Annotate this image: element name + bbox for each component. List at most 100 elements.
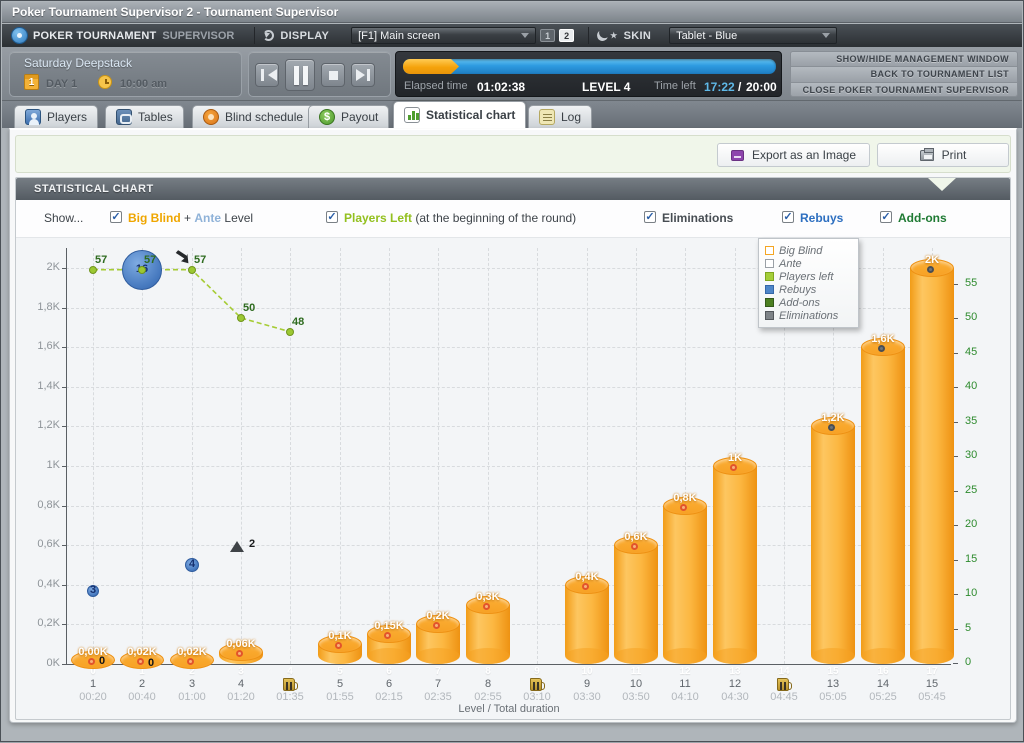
window-title: Poker Tournament Supervisor 2 - Tourname…	[12, 5, 338, 19]
tournament-name: Saturday Deepstack	[24, 56, 132, 70]
print-button[interactable]: Print	[877, 143, 1009, 167]
players-left-checkbox[interactable]: ✓	[326, 211, 338, 223]
screen-1-button[interactable]: 1	[540, 29, 555, 42]
content-panel: Export as an Image Print STATISTICAL CHA…	[9, 128, 1017, 723]
legend-swatch	[765, 298, 774, 307]
management-button-0[interactable]: SHOW/HIDE MANAGEMENT WINDOW	[791, 52, 1017, 67]
display-label: DISPLAY	[263, 30, 329, 42]
chevron-down-icon	[822, 33, 830, 42]
calendar-icon: 1	[24, 74, 39, 90]
screen-2-button[interactable]: 2	[559, 29, 574, 42]
addons-checkbox[interactable]: ✓	[880, 211, 892, 223]
legend-item: Rebuys	[765, 283, 852, 296]
time-left-value: 17:22	[704, 80, 735, 94]
eliminations-checkbox[interactable]: ✓	[644, 211, 656, 223]
chart-filter-row: Show... ✓ Big Blind + Ante Level ✓ Playe…	[16, 200, 1010, 238]
moon-star-icon	[596, 28, 610, 42]
legend-label: Ante	[779, 258, 802, 270]
timer-panel: Elapsed time 01:02:38 LEVEL 4 Time left …	[395, 51, 782, 97]
tab-players[interactable]: Players	[14, 105, 98, 128]
legend-swatch	[765, 311, 774, 320]
skin-value: Tablet - Blue	[676, 30, 737, 42]
players-icon	[25, 109, 41, 125]
tournament-info-panel: Saturday Deepstack 1 DAY 1 10:00 am	[9, 51, 242, 97]
legend-item: Eliminations	[765, 309, 852, 322]
legend-swatch	[765, 285, 774, 294]
chart-legend[interactable]: Big BlindAntePlayers leftRebuysAdd-onsEl…	[758, 238, 859, 328]
legend-label: Big Blind	[779, 245, 822, 257]
tab-tables[interactable]: Tables	[105, 105, 184, 128]
tab-label: Log	[561, 110, 581, 124]
display-screen-dropdown[interactable]: [F1] Main screen	[351, 27, 536, 44]
tab-label: Blind schedule	[225, 110, 303, 124]
filter-big-blind-label: Big Blind + Ante Level	[128, 211, 253, 225]
tab-label: Players	[47, 110, 87, 124]
log-icon	[539, 109, 555, 125]
management-button-2[interactable]: CLOSE POKER TOURNAMENT SUPERVISOR	[791, 83, 1017, 97]
level-duration-value: 20:00	[746, 80, 777, 94]
stop-icon	[329, 71, 338, 80]
stop-button[interactable]	[321, 63, 345, 87]
mouse-cursor	[171, 245, 193, 267]
action-strip: Export as an Image Print	[15, 135, 1011, 173]
legend-item: Big Blind	[765, 244, 852, 257]
legend-swatch	[765, 259, 774, 268]
management-button-1[interactable]: BACK TO TOURNAMENT LIST	[791, 67, 1017, 82]
tables-icon	[116, 109, 132, 125]
control-row: Saturday Deepstack 1 DAY 1 10:00 am Elap…	[2, 47, 1022, 101]
tab-log[interactable]: Log	[528, 105, 592, 128]
gear-icon	[12, 28, 27, 43]
tab-statistical-chart[interactable]: Statistical chart	[393, 101, 526, 128]
tab-payout[interactable]: $Payout	[308, 105, 389, 128]
show-label: Show...	[44, 211, 83, 225]
legend-label: Eliminations	[779, 310, 838, 322]
printer-icon	[920, 150, 934, 161]
level-progress-bar	[403, 59, 776, 74]
export-image-button[interactable]: Export as an Image	[717, 143, 870, 167]
previous-level-button[interactable]	[255, 63, 279, 87]
legend-swatch	[765, 246, 774, 255]
main-toolbar: POKER TOURNAMENT SUPERVISOR DISPLAY [F1]…	[2, 24, 1022, 47]
time-left-label: Time left	[654, 80, 696, 92]
next-level-button[interactable]	[351, 63, 375, 87]
legend-label: Add-ons	[779, 297, 820, 309]
rebuys-checkbox[interactable]: ✓	[782, 211, 794, 223]
legend-swatch	[765, 272, 774, 281]
stat-chart-icon	[404, 107, 420, 123]
skin-label: ★ SKIN	[597, 30, 651, 42]
app-window: Poker Tournament Supervisor 2 - Tourname…	[0, 0, 1024, 742]
display-icon	[263, 30, 274, 41]
tab-blind-schedule[interactable]: Blind schedule	[192, 105, 314, 128]
window-titlebar: Poker Tournament Supervisor 2 - Tourname…	[2, 2, 1022, 23]
tournament-day: DAY 1	[46, 78, 77, 90]
display-screen-value: [F1] Main screen	[358, 30, 440, 42]
filter-addons-label: Add-ons	[898, 211, 947, 225]
management-buttons: SHOW/HIDE MANAGEMENT WINDOWBACK TO TOURN…	[790, 51, 1018, 97]
level-value: LEVEL 4	[582, 80, 630, 94]
playback-panel	[248, 51, 391, 97]
level-progress-elapsed	[403, 59, 459, 74]
brand-sub: SUPERVISOR	[162, 30, 234, 42]
clock-icon	[98, 75, 112, 89]
skin-dropdown[interactable]: Tablet - Blue	[669, 27, 837, 44]
tournament-start-time: 10:00 am	[120, 78, 167, 90]
big-blind-checkbox[interactable]: ✓	[110, 211, 122, 223]
image-icon	[731, 150, 744, 161]
elapsed-time-value: 01:02:38	[477, 80, 525, 94]
filter-players-left-label: Players Left (at the beginning of the ro…	[344, 211, 576, 225]
pause-button[interactable]	[285, 59, 315, 91]
legend-item: Add-ons	[765, 296, 852, 309]
elapsed-time-label: Elapsed time	[404, 80, 468, 92]
filter-eliminations-label: Eliminations	[662, 211, 733, 225]
tab-label: Payout	[341, 110, 378, 124]
tab-label: Statistical chart	[426, 108, 515, 122]
pause-icon	[294, 66, 299, 85]
blind-schedule-icon	[203, 109, 219, 125]
statistical-chart-section: STATISTICAL CHART Show... ✓ Big Blind + …	[15, 177, 1011, 720]
legend-item: Players left	[765, 270, 852, 283]
legend-label: Rebuys	[779, 284, 816, 296]
legend-item: Ante	[765, 257, 852, 270]
filter-rebuys-label: Rebuys	[800, 211, 843, 225]
chart-section-header: STATISTICAL CHART	[16, 178, 1010, 200]
time-separator: /	[738, 80, 741, 94]
